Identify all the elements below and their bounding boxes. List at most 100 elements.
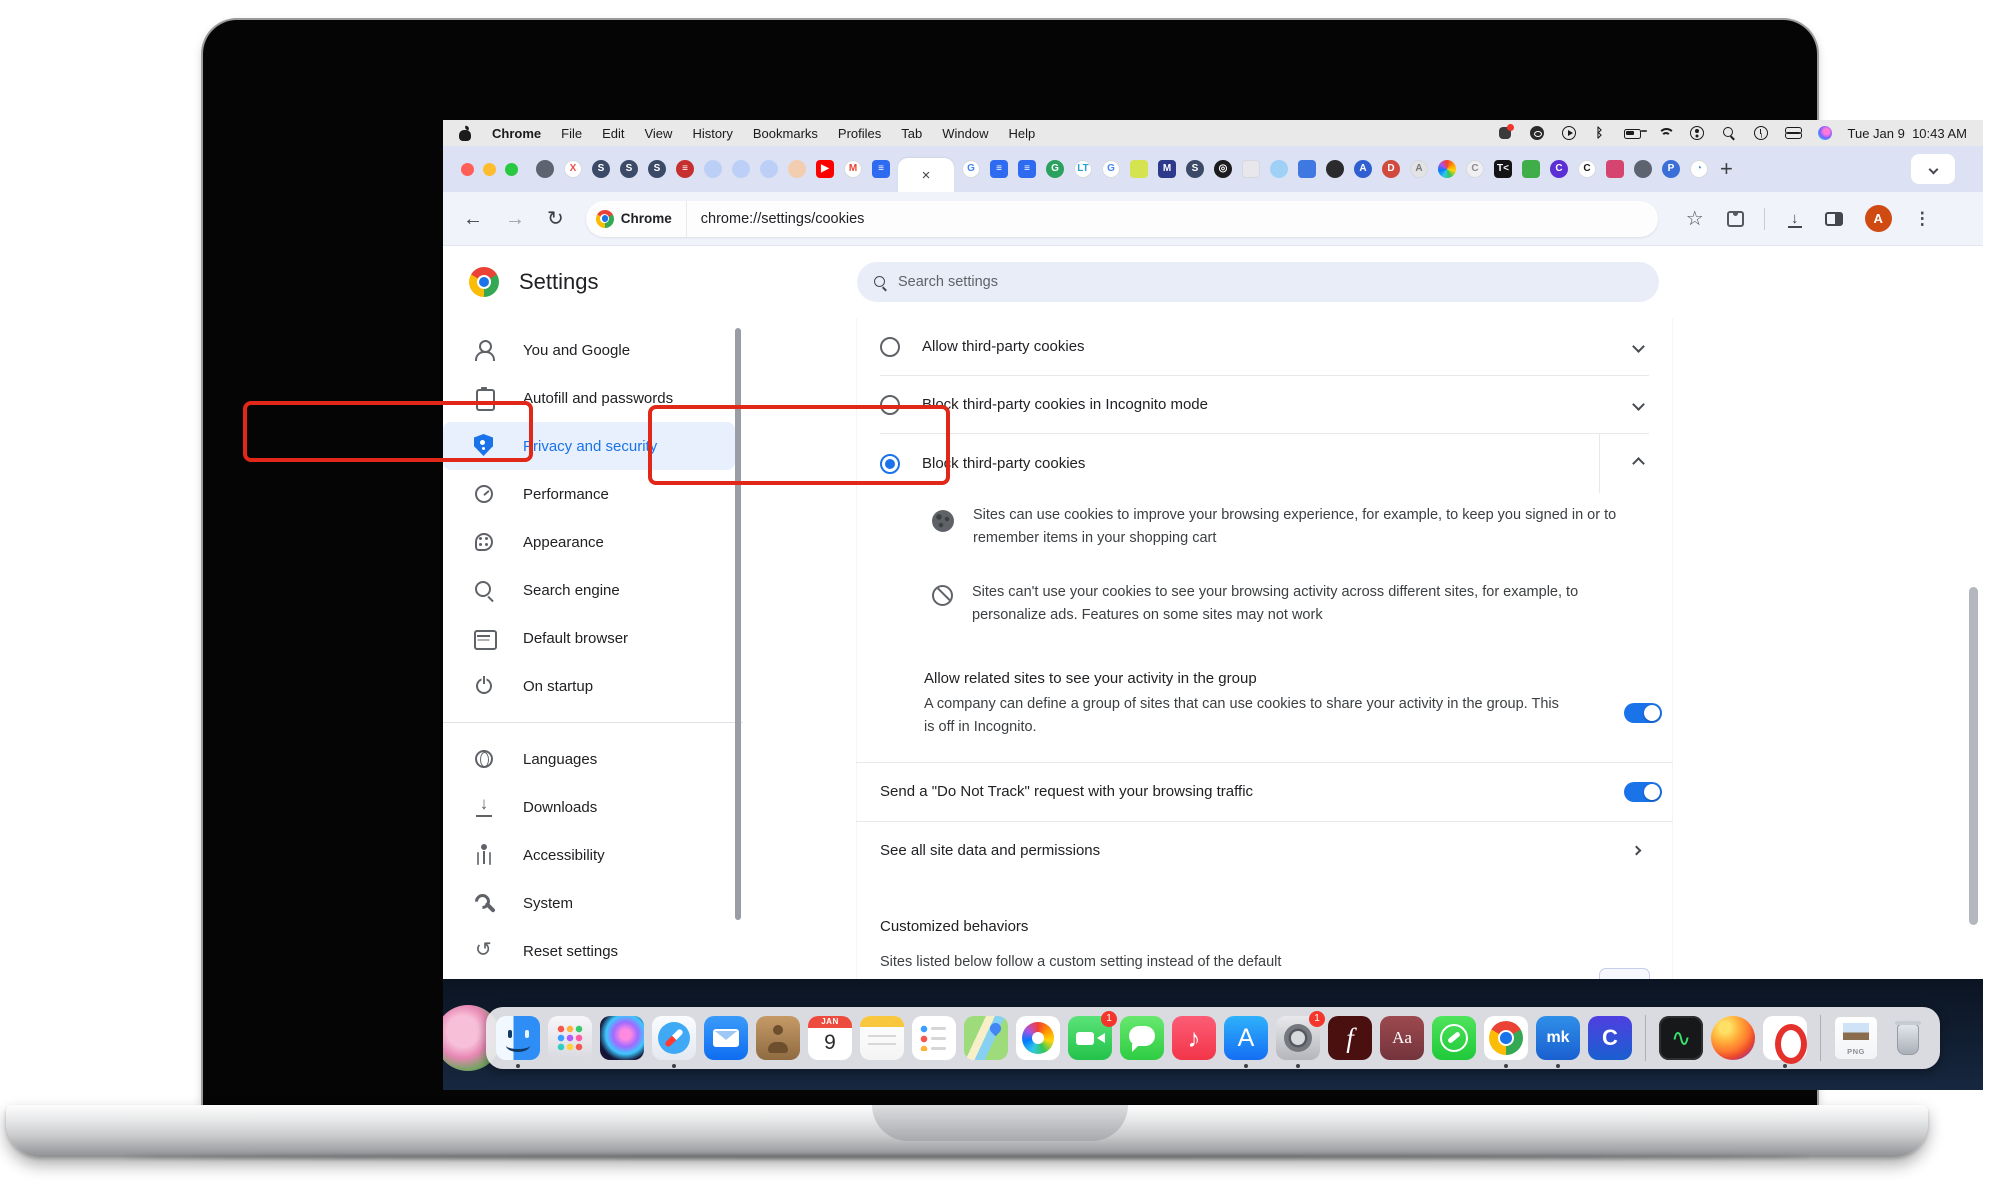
- dock-item-photos[interactable]: [1016, 1016, 1060, 1060]
- menu-kebab-icon[interactable]: ⋮: [1914, 210, 1931, 227]
- dock-item-messages[interactable]: [1120, 1016, 1164, 1060]
- apple-menu-icon[interactable]: [459, 126, 472, 141]
- sidebar-item-accessibility[interactable]: Accessibility: [443, 831, 735, 879]
- pinned-tab-favicon[interactable]: G: [1046, 160, 1064, 178]
- sidebar-scrollbar[interactable]: [735, 328, 741, 920]
- pinned-tab-favicon[interactable]: [1326, 160, 1344, 178]
- bookmark-star-icon[interactable]: ☆: [1686, 209, 1704, 229]
- sidebar-item-reset-settings[interactable]: Reset settings: [443, 927, 735, 975]
- dock-item-appstore[interactable]: [1224, 1016, 1268, 1060]
- pinned-tab-favicon[interactable]: ◎: [1214, 160, 1232, 178]
- sidebar-item-downloads[interactable]: Downloads: [443, 783, 735, 831]
- pinned-tab-favicon[interactable]: [536, 160, 554, 178]
- settings-search-input[interactable]: [898, 274, 1643, 290]
- pinned-tab-favicon[interactable]: [760, 160, 778, 178]
- chevron-up-icon[interactable]: [1632, 457, 1645, 470]
- radio-unselected-icon[interactable]: [880, 395, 900, 415]
- pinned-tab-favicon[interactable]: [1438, 160, 1456, 178]
- pinned-tab-favicon[interactable]: ≡: [872, 160, 890, 178]
- pinned-tab-favicon[interactable]: [704, 160, 722, 178]
- pinned-tab-favicon[interactable]: ▶: [816, 160, 834, 178]
- do-not-track-toggle[interactable]: [1624, 782, 1662, 802]
- site-chip[interactable]: Chrome: [586, 201, 687, 237]
- dock-item-mail[interactable]: [704, 1016, 748, 1060]
- menu-item-profiles[interactable]: Profiles: [838, 126, 881, 141]
- active-tab[interactable]: ×: [898, 158, 954, 192]
- sidebar-item-appearance[interactable]: Appearance: [443, 518, 735, 566]
- radio-row-block-third-party[interactable]: Block third-party cookies: [856, 434, 1673, 493]
- menu-item-edit[interactable]: Edit: [602, 126, 624, 141]
- dock-item-whatsapp[interactable]: [1432, 1016, 1476, 1060]
- sidebar-item-autofill-and-passwords[interactable]: Autofill and passwords: [443, 374, 735, 422]
- profile-avatar[interactable]: A: [1865, 205, 1892, 232]
- downloads-icon[interactable]: [1787, 210, 1803, 228]
- dock-item-contacts[interactable]: [756, 1016, 800, 1060]
- chevron-down-icon[interactable]: [1632, 340, 1645, 353]
- pinned-tab-favicon[interactable]: A: [1354, 160, 1372, 178]
- spotlight-search-icon[interactable]: [1720, 125, 1738, 141]
- pinned-tab-favicon[interactable]: [1634, 160, 1652, 178]
- time-machine-icon[interactable]: [1752, 125, 1770, 141]
- menu-app-name[interactable]: Chrome: [492, 126, 541, 141]
- radio-selected-icon[interactable]: [880, 454, 900, 474]
- pinned-tab-favicon[interactable]: M: [1158, 160, 1176, 178]
- new-tab-button[interactable]: +: [1720, 158, 1733, 180]
- pinned-tab-favicon[interactable]: S: [620, 160, 638, 178]
- wifi-icon[interactable]: [1656, 125, 1674, 141]
- pinned-tab-favicon[interactable]: [1522, 160, 1540, 178]
- dock-item-reminders[interactable]: [912, 1016, 956, 1060]
- user-icon[interactable]: [1688, 125, 1706, 141]
- radio-row-block-incognito[interactable]: Block third-party cookies in Incognito m…: [856, 376, 1673, 433]
- dock-item-activity-monitor[interactable]: [1659, 1016, 1703, 1060]
- pinned-tab-favicon[interactable]: ◔: [1690, 160, 1708, 178]
- tab-close-icon[interactable]: ×: [922, 168, 931, 183]
- dock-item-firefox[interactable]: [1711, 1016, 1755, 1060]
- dock-item-music[interactable]: [1172, 1016, 1216, 1060]
- url-text[interactable]: chrome://settings/cookies: [687, 211, 865, 227]
- pinned-tab-favicon[interactable]: P: [1662, 160, 1680, 178]
- menu-item-help[interactable]: Help: [1009, 126, 1036, 141]
- pinned-tab-favicon[interactable]: S: [648, 160, 666, 178]
- dock-item-finder[interactable]: [496, 1016, 540, 1060]
- menu-item-file[interactable]: File: [561, 126, 582, 141]
- pinned-tab-favicon[interactable]: [1298, 160, 1316, 178]
- play-circle-icon[interactable]: [1560, 125, 1578, 141]
- pinned-tab-favicon[interactable]: [732, 160, 750, 178]
- back-button[interactable]: ←: [463, 209, 483, 229]
- pinned-tab-favicon[interactable]: ≡: [676, 160, 694, 178]
- pinned-tab-favicon[interactable]: S: [1186, 160, 1204, 178]
- extensions-icon[interactable]: [1726, 211, 1742, 227]
- battery-icon[interactable]: [1624, 125, 1642, 141]
- dock-item-launchpad[interactable]: [548, 1016, 592, 1060]
- dock-item-notes[interactable]: [860, 1016, 904, 1060]
- dock-item-mk-app[interactable]: mk: [1536, 1016, 1580, 1060]
- sidebar-item-privacy-and-security[interactable]: Privacy and security: [443, 422, 735, 470]
- pinned-tab-favicon[interactable]: [1130, 160, 1148, 178]
- dock-item-maps[interactable]: [964, 1016, 1008, 1060]
- app-badge-icon[interactable]: [1496, 125, 1514, 141]
- pinned-tab-favicon[interactable]: [1242, 160, 1260, 178]
- pinned-tab-favicon[interactable]: M: [844, 160, 862, 178]
- pinned-tab-favicon[interactable]: G: [1102, 160, 1120, 178]
- site-data-row[interactable]: See all site data and permissions: [856, 821, 1673, 880]
- menu-clock[interactable]: Tue Jan 9 10:43 AM: [1848, 126, 1967, 141]
- pinned-tab-favicon[interactable]: [1606, 160, 1624, 178]
- zoom-window-button[interactable]: [505, 163, 518, 176]
- minimize-window-button[interactable]: [483, 163, 496, 176]
- menu-item-bookmarks[interactable]: Bookmarks: [753, 126, 818, 141]
- menu-item-tab[interactable]: Tab: [901, 126, 922, 141]
- pinned-tab-favicon[interactable]: LT: [1074, 160, 1092, 178]
- sidebar-item-on-startup[interactable]: On startup: [443, 662, 735, 710]
- menu-item-view[interactable]: View: [644, 126, 672, 141]
- pinned-tab-favicon[interactable]: [788, 160, 806, 178]
- pinned-tab-favicon[interactable]: C: [1578, 160, 1596, 178]
- sidebar-item-performance[interactable]: Performance: [443, 470, 735, 518]
- sidebar-item-system[interactable]: System: [443, 879, 735, 927]
- chevron-down-icon[interactable]: [1632, 398, 1645, 411]
- dock-item-facetime[interactable]: 1: [1068, 1016, 1112, 1060]
- dock-item-trash[interactable]: [1886, 1016, 1930, 1060]
- pinned-tab-favicon[interactable]: ≡: [1018, 160, 1036, 178]
- dock-item-c-app[interactable]: C: [1588, 1016, 1632, 1060]
- radio-row-allow-third-party[interactable]: Allow third-party cookies: [856, 318, 1673, 375]
- settings-search[interactable]: [857, 262, 1659, 302]
